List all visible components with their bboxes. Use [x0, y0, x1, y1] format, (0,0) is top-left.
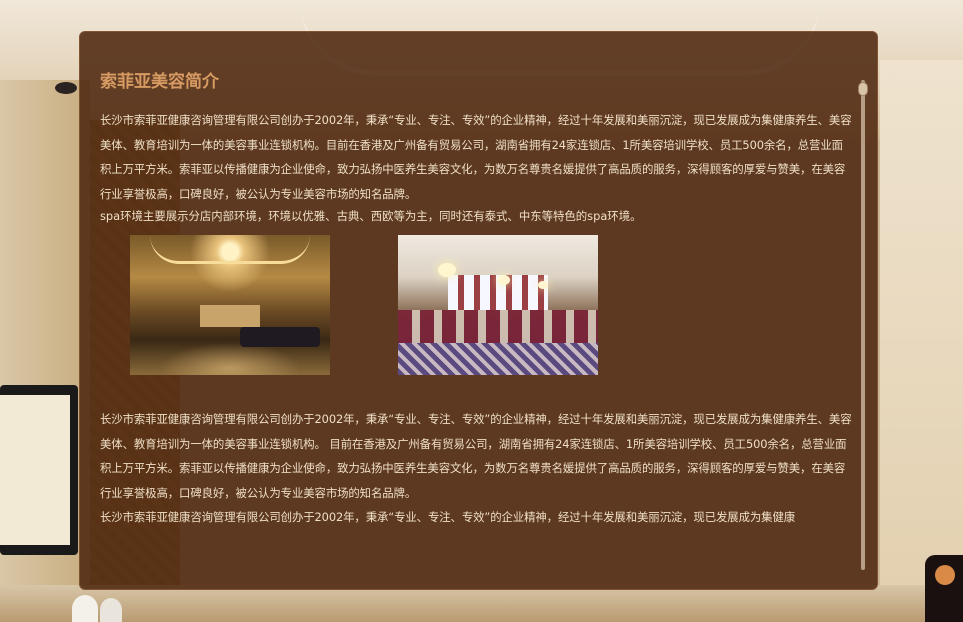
vase-icon — [72, 595, 98, 622]
intro-paragraph-1: 长沙市索菲亚健康咨询管理有限公司创办于2002年，秉承“专业、专注、专效”的企业… — [100, 113, 852, 201]
spa-note: spa环境主要展示分店内部环境，环境以优雅、古典、西欧等为主，同时还有泰式、中东… — [100, 209, 642, 223]
chandelier-icon — [498, 275, 510, 285]
page-title: 索菲亚美容简介 — [100, 72, 219, 92]
spa-lobby-photo[interactable] — [130, 235, 330, 375]
flower-icon — [935, 565, 955, 585]
sofa — [240, 327, 320, 347]
ceiling-ring — [150, 235, 310, 264]
chandelier-icon — [438, 263, 456, 277]
reception-desk — [200, 305, 260, 327]
background-wall-right — [880, 60, 963, 622]
carpet — [398, 343, 598, 375]
vertical-scrollbar[interactable] — [858, 74, 868, 574]
intro-panel: 索菲亚美容简介 长沙市索菲亚健康咨询管理有限公司创办于2002年，秉承“专业、专… — [79, 31, 878, 590]
intro-paragraph-3: 长沙市索菲亚健康咨询管理有限公司创办于2002年，秉承“专业、专注、专效”的企业… — [100, 510, 796, 524]
spa-lounge-photo[interactable] — [398, 235, 598, 375]
tv-screen — [0, 395, 70, 545]
photo-gallery — [100, 232, 854, 407]
intro-paragraph-2: 长沙市索菲亚健康咨询管理有限公司创办于2002年，秉承“专业、专注、专效”的企业… — [100, 412, 852, 500]
ceiling-lamp-icon — [55, 82, 77, 94]
intro-content[interactable]: 长沙市索菲亚健康咨询管理有限公司创办于2002年，秉承“专业、专注、专效”的企业… — [100, 108, 854, 530]
background-floor — [0, 585, 963, 622]
chandelier-icon — [538, 281, 548, 289]
scrollbar-thumb[interactable] — [858, 82, 868, 96]
armchairs — [398, 310, 598, 345]
scrollbar-track[interactable] — [861, 80, 865, 570]
vase-icon — [100, 598, 122, 622]
